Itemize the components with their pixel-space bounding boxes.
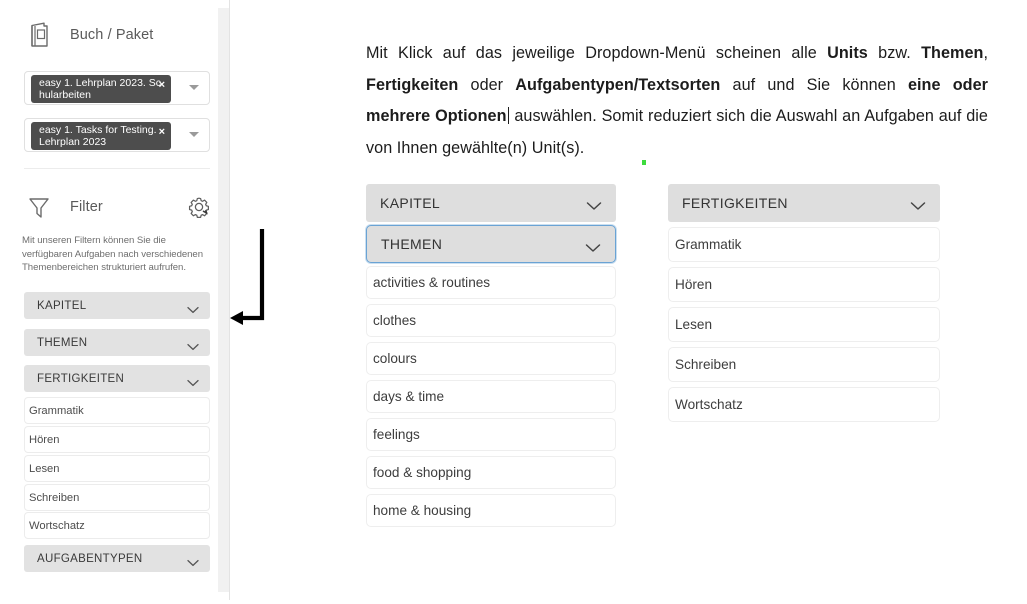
funnel-icon: [24, 192, 54, 222]
dropdown-option[interactable]: colours: [366, 342, 616, 375]
list-item[interactable]: Hören: [24, 426, 210, 453]
option-label: colours: [373, 351, 417, 366]
option-label: Lesen: [675, 317, 713, 332]
selected-chip[interactable]: easy 1. Lehrplan 2023. Schularbeiten ×: [31, 75, 171, 103]
sidebar: Buch / Paket easy 1. Lehrplan 2023. Schu…: [0, 0, 218, 600]
filter-description: Mit unseren Filtern können Sie die verfü…: [22, 235, 204, 274]
chip-remove-icon[interactable]: ×: [159, 80, 165, 91]
viewport-clip-mask: [360, 534, 635, 604]
chevron-down-icon: [187, 301, 199, 319]
dropdown-option[interactable]: Schreiben: [668, 347, 940, 382]
list-item[interactable]: Grammatik: [24, 397, 210, 424]
buch-paket-select-1[interactable]: easy 1. Lehrplan 2023. Schularbeiten ×: [24, 71, 210, 105]
paragraph-seg-bold: Fertigkeiten: [366, 75, 459, 94]
book-paket-title: Buch / Paket: [70, 27, 154, 43]
sidebar-accordion-fertigkeiten[interactable]: FERTIGKEITEN: [24, 365, 210, 392]
chip-label: easy 1. Tasks for Testing. Lehrplan 2023: [39, 124, 157, 149]
dropdown-option[interactable]: Wortschatz: [668, 387, 940, 422]
chevron-down-icon[interactable]: [189, 85, 199, 90]
themen-dropdown-panel: KAPITEL THEMEN activities & routines clo…: [366, 184, 616, 532]
dropdown-option[interactable]: activities & routines: [366, 266, 616, 299]
green-marker-dot: [642, 160, 646, 165]
accordion-label: KAPITEL: [37, 299, 87, 312]
fertigkeit-label: Wortschatz: [29, 519, 85, 532]
chevron-down-icon: [586, 198, 602, 216]
dropdown-header-kapitel[interactable]: KAPITEL: [366, 184, 616, 222]
dropdown-option[interactable]: food & shopping: [366, 456, 616, 489]
dropdown-option[interactable]: clothes: [366, 304, 616, 337]
chevron-down-icon[interactable]: [189, 132, 199, 137]
option-label: Hören: [675, 277, 713, 292]
buch-paket-select-2[interactable]: easy 1. Tasks for Testing. Lehrplan 2023…: [24, 118, 210, 152]
option-label: Wortschatz: [675, 397, 743, 412]
paragraph-seg: Mit Klick auf das jeweilige Dropdown-Men…: [366, 44, 828, 62]
dropdown-option[interactable]: days & time: [366, 380, 616, 413]
paragraph-seg: auf und Sie können: [720, 75, 908, 94]
dropdown-option[interactable]: home & housing: [366, 494, 616, 527]
elbow-arrow-left-icon: [228, 225, 278, 330]
fertigkeit-label: Lesen: [29, 462, 60, 475]
chevron-down-icon: [187, 554, 199, 572]
dropdown-label: FERTIGKEITEN: [682, 195, 788, 211]
chip-label: easy 1. Lehrplan 2023. Schularbeiten: [39, 77, 162, 102]
instruction-paragraph: Mit Klick auf das jeweilige Dropdown-Men…: [366, 38, 988, 164]
accordion-label: AUFGABENTYPEN: [37, 552, 143, 565]
gear-icon[interactable]: [186, 194, 212, 220]
option-label: days & time: [373, 389, 445, 404]
dropdown-option[interactable]: Grammatik: [668, 227, 940, 262]
text-cursor: [507, 107, 509, 124]
dropdown-header-themen[interactable]: THEMEN: [366, 225, 616, 263]
chevron-down-icon: [585, 240, 601, 258]
option-label: home & housing: [373, 503, 472, 518]
chevron-down-icon: [910, 198, 926, 216]
list-item[interactable]: Schreiben: [24, 484, 210, 511]
dropdown-option[interactable]: feelings: [366, 418, 616, 451]
book-paket-header: Buch / Paket: [24, 20, 153, 50]
list-item[interactable]: Wortschatz: [24, 512, 210, 539]
dropdown-option[interactable]: Lesen: [668, 307, 940, 342]
filter-header: Filter: [24, 192, 103, 222]
sidebar-accordion-themen[interactable]: THEMEN: [24, 329, 210, 356]
paragraph-seg-bold: Themen: [921, 44, 984, 62]
sidebar-accordion-aufgabentypen[interactable]: AUFGABENTYPEN: [24, 545, 210, 572]
dropdown-option[interactable]: Hören: [668, 267, 940, 302]
paragraph-seg-bold: Units: [827, 44, 868, 62]
paragraph-seg: oder: [458, 75, 516, 94]
option-label: food & shopping: [373, 465, 472, 480]
accordion-label: FERTIGKEITEN: [37, 372, 125, 385]
sidebar-accordion-kapitel[interactable]: KAPITEL: [24, 292, 210, 319]
fertigkeit-label: Hören: [29, 433, 60, 446]
chevron-down-icon: [187, 338, 199, 356]
fertigkeit-label: Grammatik: [29, 404, 84, 417]
fertigkeiten-dropdown-panel: FERTIGKEITEN Grammatik Hören Lesen Schre…: [668, 184, 940, 427]
dropdown-label: KAPITEL: [380, 195, 441, 211]
option-label: clothes: [373, 313, 417, 328]
book-icon: [24, 20, 54, 50]
option-label: activities & routines: [373, 275, 491, 290]
filter-title: Filter: [70, 199, 103, 215]
option-label: Grammatik: [675, 237, 742, 252]
accordion-label: THEMEN: [37, 336, 88, 349]
dropdown-label: THEMEN: [381, 236, 443, 252]
option-label: Schreiben: [675, 357, 737, 372]
list-item[interactable]: Lesen: [24, 455, 210, 482]
option-label: feelings: [373, 427, 420, 442]
dropdown-header-fertigkeiten[interactable]: FERTIGKEITEN: [668, 184, 940, 222]
selected-chip[interactable]: easy 1. Tasks for Testing. Lehrplan 2023…: [31, 122, 171, 150]
chip-remove-icon[interactable]: ×: [159, 127, 165, 138]
paragraph-seg-bold: Aufgabentypen/Textsorten: [515, 75, 721, 94]
sidebar-divider: [24, 168, 210, 169]
paragraph-seg: ,: [983, 44, 989, 62]
fertigkeit-label: Schreiben: [29, 491, 80, 504]
paragraph-seg: bzw.: [867, 44, 922, 62]
chevron-down-icon: [187, 374, 199, 392]
